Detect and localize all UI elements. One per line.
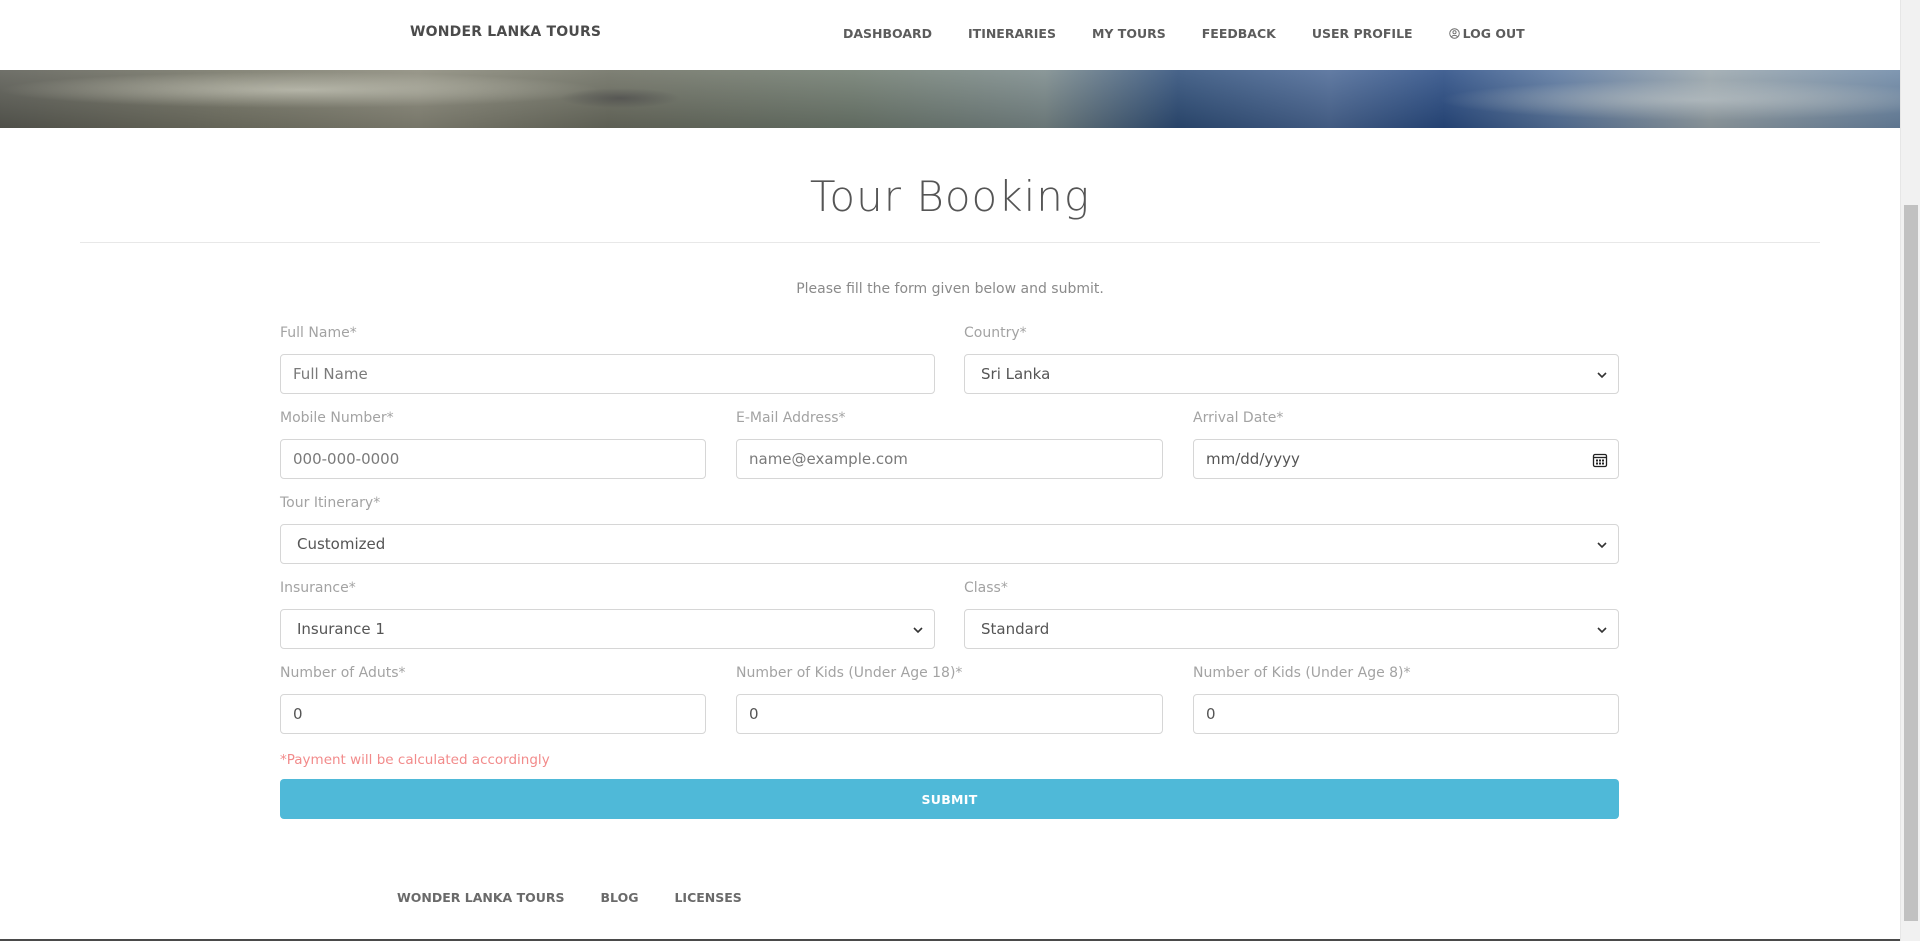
brand-logo-link[interactable]: WONDER LANKA TOURS <box>410 24 601 40</box>
kids-under-18-input[interactable]: 0 <box>736 694 1163 734</box>
itinerary-label: Tour Itinerary* <box>280 495 381 511</box>
chevron-down-icon <box>1597 627 1607 634</box>
kids-under-18-label: Number of Kids (Under Age 18)* <box>736 665 963 681</box>
adults-input[interactable]: 0 <box>280 694 706 734</box>
adults-label: Number of Aduts* <box>280 665 406 681</box>
footer-link-licenses[interactable]: LICENSES <box>674 890 741 905</box>
kids-under-8-label: Number of Kids (Under Age 8)* <box>1193 665 1411 681</box>
insurance-select[interactable]: Insurance 1 <box>280 609 935 649</box>
title-divider <box>80 242 1820 243</box>
chevron-down-icon <box>1597 372 1607 379</box>
insurance-label: Insurance* <box>280 580 356 596</box>
scrollbar-thumb[interactable] <box>1904 205 1918 921</box>
email-label: E-Mail Address* <box>736 410 846 426</box>
hero-banner-image <box>0 70 1900 128</box>
country-label: Country* <box>964 325 1027 341</box>
class-label: Class* <box>964 580 1008 596</box>
footer-links: WONDER LANKA TOURS BLOG LICENSES <box>397 890 742 905</box>
nav-dashboard[interactable]: DASHBOARD <box>843 26 932 41</box>
footer-link-home[interactable]: WONDER LANKA TOURS <box>397 890 565 905</box>
arrival-date-label: Arrival Date* <box>1193 410 1284 426</box>
email-placeholder: name@example.com <box>749 450 908 468</box>
kids-under-18-value: 0 <box>749 705 759 723</box>
full-name-input[interactable]: Full Name <box>280 354 935 394</box>
insurance-value: Insurance 1 <box>297 620 385 638</box>
arrival-date-placeholder: mm/dd/yyyy <box>1206 450 1300 468</box>
footer-link-blog[interactable]: BLOG <box>601 890 639 905</box>
page-title: Tour Booking <box>809 172 1091 221</box>
chevron-down-icon <box>913 627 923 634</box>
nav-log-out[interactable]: LOG OUT <box>1448 26 1525 41</box>
navbar: WONDER LANKA TOURS DASHBOARD ITINERARIES… <box>0 0 1900 70</box>
nav-user-profile[interactable]: USER PROFILE <box>1312 26 1413 41</box>
user-circle-icon <box>1448 28 1460 39</box>
country-select[interactable]: Sri Lanka <box>964 354 1619 394</box>
mobile-input[interactable]: 000-000-0000 <box>280 439 706 479</box>
class-value: Standard <box>981 620 1050 638</box>
class-select[interactable]: Standard <box>964 609 1619 649</box>
chevron-down-icon <box>1597 542 1607 549</box>
country-value: Sri Lanka <box>981 365 1051 383</box>
form-intro-text: Please fill the form given below and sub… <box>796 281 1104 297</box>
nav-my-tours[interactable]: MY TOURS <box>1092 26 1166 41</box>
kids-under-8-value: 0 <box>1206 705 1216 723</box>
nav-itineraries[interactable]: ITINERARIES <box>968 26 1056 41</box>
itinerary-value: Customized <box>297 535 386 553</box>
email-input[interactable]: name@example.com <box>736 439 1163 479</box>
submit-button[interactable]: SUBMIT <box>280 779 1619 819</box>
nav-links: DASHBOARD ITINERARIES MY TOURS FEEDBACK … <box>843 26 1525 41</box>
payment-note: *Payment will be calculated accordingly <box>280 752 550 768</box>
mobile-placeholder: 000-000-0000 <box>293 450 400 468</box>
full-name-placeholder: Full Name <box>293 365 368 383</box>
nav-feedback[interactable]: FEEDBACK <box>1202 26 1276 41</box>
vertical-scrollbar[interactable] <box>1900 0 1920 941</box>
nav-log-out-label: LOG OUT <box>1462 26 1525 41</box>
adults-value: 0 <box>293 705 303 723</box>
itinerary-select[interactable]: Customized <box>280 524 1619 564</box>
arrival-date-input[interactable]: mm/dd/yyyy <box>1193 439 1619 479</box>
full-name-label: Full Name* <box>280 325 357 341</box>
mobile-label: Mobile Number* <box>280 410 394 426</box>
kids-under-8-input[interactable]: 0 <box>1193 694 1619 734</box>
calendar-icon[interactable] <box>1592 452 1608 468</box>
